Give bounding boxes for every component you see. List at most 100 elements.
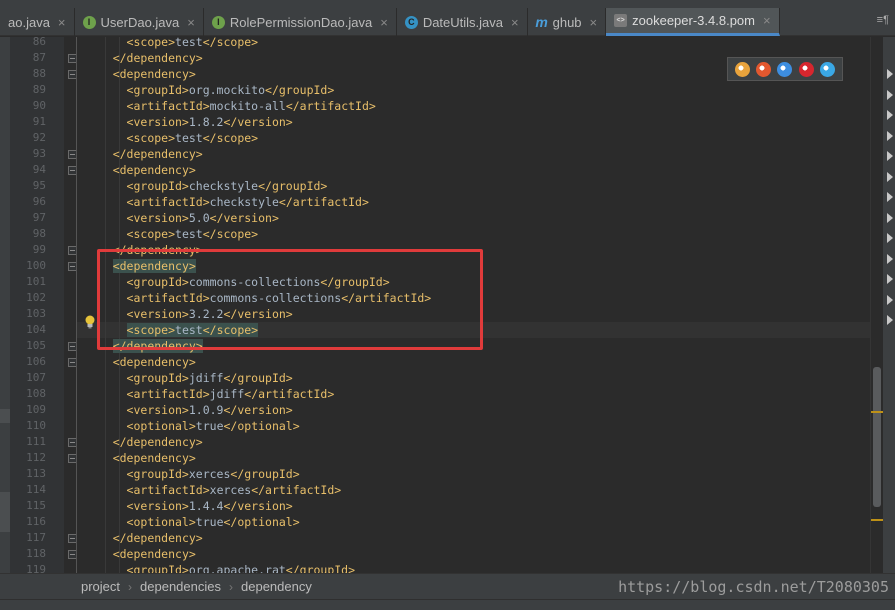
xml-tag: </version> <box>223 403 293 417</box>
expand-arrow-icon[interactable] <box>887 212 893 223</box>
tab-label: ao.java <box>8 14 50 30</box>
close-tab-icon[interactable]: × <box>511 15 519 30</box>
code-line[interactable]: <groupId>org.apache.rat</groupId> <box>85 562 356 573</box>
expand-arrow-icon[interactable] <box>887 233 893 243</box>
breadcrumb-item[interactable]: dependencies <box>140 579 221 594</box>
xml-tag: <optional> <box>126 515 196 529</box>
code-line[interactable]: <optional>true</optional> <box>85 418 300 434</box>
ie-icon[interactable] <box>819 61 835 77</box>
code-line[interactable]: </dependency> <box>85 530 203 546</box>
breadcrumb-item[interactable]: project <box>81 579 120 594</box>
code-line[interactable]: <version>1.0.9</version> <box>85 402 293 418</box>
project-tool-window-edge[interactable] <box>0 37 10 610</box>
chrome-icon[interactable] <box>735 61 751 77</box>
code-line[interactable]: <artifactId>jdiff</artifactId> <box>85 386 335 402</box>
editor-tab[interactable]: m ghub × <box>528 8 607 36</box>
xml-tag: <scope> <box>126 37 176 49</box>
line-number: 98 <box>32 227 46 240</box>
line-number: 115 <box>26 499 46 512</box>
code-line[interactable]: <version>5.0</version> <box>85 210 279 226</box>
code-line[interactable]: <optional>true</optional> <box>85 514 300 530</box>
close-tab-icon[interactable]: × <box>58 15 66 30</box>
xml-tag: <scope> <box>126 227 176 241</box>
expand-arrow-icon[interactable] <box>887 294 893 305</box>
interface-icon: I <box>82 15 96 29</box>
breadcrumb-item[interactable]: dependency <box>241 579 312 594</box>
right-tool-window-strip[interactable] <box>883 37 895 573</box>
scrollbar-thumb[interactable] <box>873 367 881 507</box>
vertical-scrollbar[interactable] <box>870 37 884 573</box>
expand-arrow-icon[interactable] <box>887 151 893 161</box>
code-line[interactable]: <version>1.4.4</version> <box>85 498 293 514</box>
line-number: 111 <box>26 435 46 448</box>
xml-tag: </version> <box>223 115 293 129</box>
expand-arrow-icon[interactable] <box>887 274 893 284</box>
xml-text <box>85 483 127 497</box>
editor-tab[interactable]: I RolePermissionDao.java × <box>204 8 397 36</box>
line-number: 113 <box>26 467 46 480</box>
code-line[interactable]: </dependency> <box>85 146 203 162</box>
code-line[interactable]: <scope>test</scope> <box>85 130 259 146</box>
line-number: 109 <box>26 403 46 416</box>
code-line[interactable]: <dependency> <box>85 354 196 370</box>
title-strip <box>0 0 895 8</box>
expand-arrow-icon[interactable] <box>887 69 893 79</box>
editor-tab[interactable]: I UserDao.java × <box>75 8 204 36</box>
code-line[interactable]: <groupId>xerces</groupId> <box>85 466 300 482</box>
xml-text <box>85 115 127 129</box>
interface-icon: I <box>211 15 225 29</box>
expand-arrow-icon[interactable] <box>887 130 893 141</box>
xml-text <box>85 499 127 513</box>
code-line[interactable]: <dependency> <box>85 66 196 82</box>
code-line[interactable]: <version>1.8.2</version> <box>85 114 293 130</box>
xml-text: xerces <box>209 483 252 497</box>
xml-text: 1.4.4 <box>188 499 224 513</box>
code-line[interactable]: </dependency> <box>85 50 203 66</box>
line-number: 94 <box>32 163 46 176</box>
xml-text: jdiff <box>209 387 245 401</box>
code-line[interactable]: </dependency> <box>85 434 203 450</box>
close-tab-icon[interactable]: × <box>187 15 195 30</box>
lightbulb-icon[interactable] <box>84 315 96 329</box>
xml-tag: </scope> <box>202 131 259 145</box>
xml-tag: <dependency> <box>112 355 196 369</box>
code-line[interactable]: <groupId>org.mockito</groupId> <box>85 82 335 98</box>
expand-arrow-icon[interactable] <box>887 253 893 264</box>
line-number: 116 <box>26 515 46 528</box>
editor-tab[interactable]: <> zookeeper-3.4.8.pom × <box>606 8 780 36</box>
close-tab-icon[interactable]: × <box>763 13 771 28</box>
code-line[interactable]: <groupId>jdiff</groupId> <box>85 370 293 386</box>
xml-tag: <groupId> <box>126 179 189 193</box>
xml-text: test <box>175 131 203 145</box>
xml-tag: </groupId> <box>258 179 328 193</box>
code-line[interactable]: <dependency> <box>85 162 196 178</box>
close-tab-icon[interactable]: × <box>590 15 598 30</box>
expand-arrow-icon[interactable] <box>887 89 893 100</box>
xml-text <box>85 211 127 225</box>
tab-label: DateUtils.java <box>422 14 504 30</box>
xml-tag: <artifactId> <box>126 387 210 401</box>
safari-icon[interactable] <box>777 61 793 77</box>
editor-tab[interactable]: ao.java × <box>0 8 75 36</box>
expand-arrow-icon[interactable] <box>887 171 893 182</box>
code-line[interactable]: <dependency> <box>85 546 196 562</box>
xml-tag: <groupId> <box>126 467 189 481</box>
xml-text <box>85 547 113 561</box>
editor-tab[interactable]: C DateUtils.java × <box>397 8 528 36</box>
close-tab-icon[interactable]: × <box>380 15 388 30</box>
code-line[interactable]: <dependency> <box>85 450 196 466</box>
code-line[interactable]: <artifactId>xerces</artifactId> <box>85 482 342 498</box>
expand-arrow-icon[interactable] <box>887 192 893 202</box>
code-line[interactable]: <scope>test</scope> <box>85 226 259 242</box>
code-line[interactable]: <artifactId>mockito-all</artifactId> <box>85 98 376 114</box>
xml-tag: </scope> <box>202 227 259 241</box>
line-number-gutter[interactable]: 86 87 88 89 90 91 92 93 94 95 96 97 98 99 100 101 102 103… <box>10 35 77 576</box>
tab-list-menu-icon[interactable]: ≡¶ <box>877 14 889 26</box>
firefox-icon[interactable] <box>756 61 772 77</box>
code-line[interactable]: <groupId>checkstyle</groupId> <box>85 178 328 194</box>
code-line[interactable]: <scope>test</scope> <box>85 37 259 50</box>
expand-arrow-icon[interactable] <box>887 315 893 325</box>
expand-arrow-icon[interactable] <box>887 110 893 120</box>
code-line[interactable]: <artifactId>checkstyle</artifactId> <box>85 194 369 210</box>
opera-icon[interactable] <box>798 61 814 77</box>
